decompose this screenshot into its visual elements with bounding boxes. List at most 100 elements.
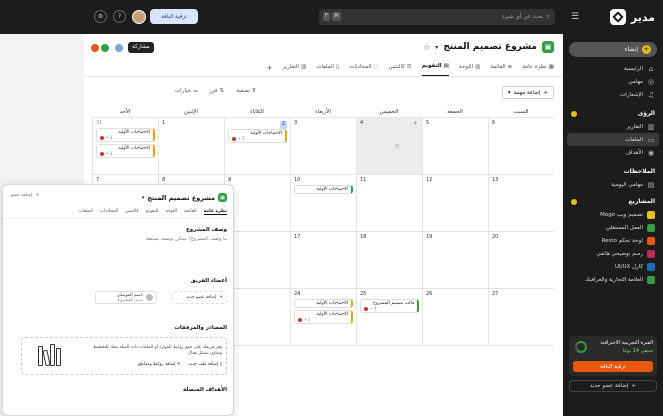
tab-list[interactable]: ≡ القائمة	[490, 63, 512, 76]
add-tab-icon[interactable]: +	[267, 63, 273, 76]
tab-gantt[interactable]: كالنتس	[125, 209, 138, 215]
add-file-button[interactable]: ▯ إضافة ملف جديد	[188, 362, 222, 367]
calendar-day[interactable]: 17	[290, 232, 356, 288]
panel-share[interactable]: + إضافة عضو	[11, 193, 39, 198]
star-icon[interactable]: ☆	[423, 43, 430, 52]
sidebar-item-goals[interactable]: ◉ الأهداف	[563, 146, 663, 159]
filter-button[interactable]: ⊽ تصفية	[236, 88, 256, 94]
calendar-day[interactable]: 18	[356, 232, 422, 288]
invite-member-button[interactable]: + إضافة عضو جديد	[569, 380, 657, 392]
assignee-icon	[100, 151, 104, 156]
resources-dropzone[interactable]: وفر فريقك على جمع روابط الموارد أو الملف…	[21, 337, 227, 375]
calendar-day[interactable]: 25 قالب تصميم المشروع 3 •	[356, 289, 422, 345]
target-icon: ◉	[647, 148, 655, 157]
calendar-day[interactable]: 2 الاحتياجات الأولية 3 •	[224, 118, 290, 174]
tab-chats[interactable]: المحادثات	[100, 209, 118, 215]
upgrade-button[interactable]: ترقية الباقة	[150, 9, 198, 24]
tab-files[interactable]: الملفات	[78, 209, 93, 215]
calendar-event[interactable]: الاحتياجات الأولية3 •	[96, 128, 155, 142]
avatar[interactable]	[132, 10, 146, 24]
calendar-day[interactable]: 31 الاحتياجات الأولية 3 • الاحتياجات الأو…	[92, 118, 158, 174]
filter-label: تصفية	[236, 88, 250, 94]
chevron-down-icon[interactable]: ▾	[142, 195, 145, 201]
calendar-event[interactable]: الاحتياجات الأولية3 •	[228, 129, 287, 143]
add-member-button[interactable]: + إضافة عضو جديد	[171, 291, 227, 304]
project-item[interactable]: كارل UI/UX	[563, 260, 663, 273]
team-title: أعضاء الفريق	[190, 278, 227, 284]
create-button[interactable]: + إنشاء	[569, 42, 657, 57]
tab-chats[interactable]: ◌ المحادثات	[349, 63, 378, 76]
trial-upgrade-button[interactable]: ترقية الباقة	[573, 361, 653, 372]
event-meta: 3 •	[232, 136, 282, 141]
calendar-day[interactable]: 27	[488, 289, 554, 345]
search-input[interactable]: ⌕ بحث عن أي شيء ⌘ F	[319, 9, 555, 25]
tab-board[interactable]: ▥ اللوحة	[459, 63, 480, 76]
user-plus-icon: +	[35, 193, 40, 198]
sidebar-item-files[interactable]: ▭ الملفات	[567, 133, 659, 146]
calendar-day[interactable]: 13	[488, 175, 554, 231]
sidebar-item-daily-tasks[interactable]: ▤ مهامي اليومية	[563, 178, 663, 191]
team-member-card[interactable]: باسم الموصلي مدير المشروع	[95, 291, 157, 304]
sliders-icon: ⚌	[193, 88, 198, 94]
calendar-day[interactable]: 1	[158, 118, 224, 174]
add-task-button[interactable]: + إضافة مهمة ▾	[501, 86, 554, 99]
calendar-event[interactable]: الاحتياجات الأولية	[294, 185, 353, 194]
description-title: وصف المشروع	[185, 227, 227, 233]
project-item[interactable]: العلامة التجارية والغرافيك	[563, 273, 663, 286]
section-insights[interactable]: الرؤى	[563, 107, 663, 120]
tab-reports[interactable]: ▥ التقارير	[283, 63, 307, 76]
project-item[interactable]: لوحة تحكم Resto	[563, 234, 663, 247]
share-button[interactable]: مشاركة	[128, 42, 154, 53]
settings-icon[interactable]: ⚙	[94, 10, 107, 23]
search-placeholder: بحث عن أي شيء	[502, 14, 543, 20]
sidebar-item-label: الأهداف	[625, 149, 643, 156]
calendar-day[interactable]: 20	[488, 232, 554, 288]
add-event-icon[interactable]: +	[413, 120, 418, 127]
sidebar-item-label: الرئيسية	[624, 65, 643, 72]
calendar-day[interactable]: 12	[422, 175, 488, 231]
options-button[interactable]: ⚌ خيارات	[175, 88, 198, 94]
user-plus-icon: +	[631, 383, 637, 389]
tab-files[interactable]: ▯ الملفات	[316, 63, 339, 76]
calendar-day[interactable]: 5	[422, 118, 488, 174]
calendar-event[interactable]: الاحتياجات الأولية3 •	[294, 310, 353, 324]
calendar-day[interactable]: 24 الاحتياجات الأولية الاحتياجات الأولية…	[290, 289, 356, 345]
section-label: المشاريع	[628, 198, 656, 205]
app-logo[interactable]: مدير	[609, 9, 655, 25]
calendar-event[interactable]: الاحتياجات الأولية3 •	[96, 144, 155, 158]
calendar-day[interactable]: 3	[290, 118, 356, 174]
sidebar-item-reports[interactable]: ▥ التقارير	[563, 120, 663, 133]
project-item[interactable]: رسم توضيحي هاتفي	[563, 247, 663, 260]
tab-calendar[interactable]: التقويم	[146, 209, 159, 215]
calendar-event[interactable]: قالب تصميم المشروع 3 •	[360, 299, 419, 313]
calendar-day[interactable]: 4 + ☝	[356, 118, 422, 174]
tab-board[interactable]: اللوحة	[165, 209, 177, 215]
day-number-today: 2	[279, 121, 287, 129]
tab-list[interactable]: القائمة	[184, 209, 197, 215]
chevron-down-icon[interactable]: ▾	[435, 44, 438, 51]
tab-overview[interactable]: نظرة عامة	[203, 209, 227, 215]
tab-overview[interactable]: ▦ نظرة عامة	[522, 63, 554, 76]
menu-toggle-icon[interactable]: ☰	[571, 12, 579, 22]
calendar-day[interactable]: 11	[356, 175, 422, 231]
tab-calendar[interactable]: ▤ التقويم	[421, 63, 449, 76]
calendar-event[interactable]: الاحتياجات الأولية	[294, 299, 353, 308]
project-item[interactable]: العمل المستقلي	[563, 221, 663, 234]
calendar-day[interactable]: 26	[422, 289, 488, 345]
description-input[interactable]: ما وصف المشروع؟ ممكن توصفه بسيطة	[146, 237, 227, 242]
calendar-day[interactable]: 10 الاحتياجات الأولية	[290, 175, 356, 231]
sidebar-item-home[interactable]: ⌂ الرئيسية	[563, 62, 663, 75]
calendar-day[interactable]: 6	[488, 118, 554, 174]
help-icon[interactable]: ?	[113, 10, 126, 23]
tab-gantt[interactable]: ☰ كالنتس	[388, 63, 411, 76]
section-projects[interactable]: المشاريع	[563, 195, 663, 208]
sidebar-item-notifications[interactable]: ♫ الإشعارات	[563, 88, 663, 101]
sidebar-item-my-tasks[interactable]: ◎ مهامي	[563, 75, 663, 88]
add-file-label: إضافة ملف جديد	[188, 362, 219, 367]
section-notes[interactable]: الملاحظات	[563, 165, 663, 178]
project-item[interactable]: تصميم ويب Mogo	[563, 208, 663, 221]
sort-button[interactable]: ⇅ فرز	[209, 88, 224, 94]
project-label: لوحة تحكم Resto	[601, 237, 643, 244]
calendar-day[interactable]: 19	[422, 232, 488, 288]
add-link-button[interactable]: ⚭ إضافة روابط ومقاطع	[138, 362, 180, 367]
